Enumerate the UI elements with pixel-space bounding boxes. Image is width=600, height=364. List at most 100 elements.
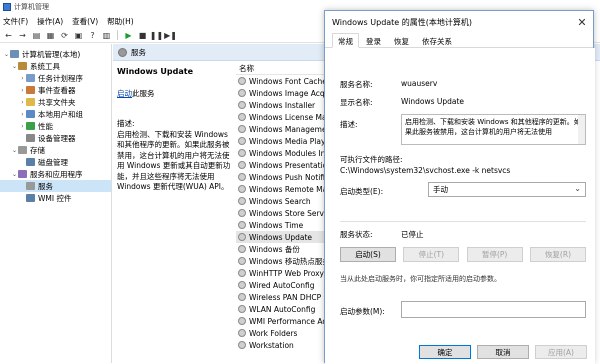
disk-icon	[26, 158, 35, 166]
cancel-button[interactable]: 取消	[477, 345, 529, 359]
service-row-name: Windows 备份	[249, 244, 300, 254]
forward-arrow-icon[interactable]: →	[17, 30, 28, 41]
gear-icon	[238, 341, 246, 349]
service-row[interactable]: Windows Presentation	[236, 159, 336, 171]
tab-logon[interactable]: 登录	[360, 33, 387, 47]
share-icon	[26, 98, 35, 106]
service-status-label: 服务状态:	[340, 230, 373, 239]
expanded-arrow-icon[interactable]: ⌄	[11, 147, 18, 154]
apply-button[interactable]: 应用(A)	[535, 345, 587, 359]
menu-file[interactable]: 文件(F)	[3, 16, 28, 27]
service-row[interactable]: Windows Image Acquisition	[236, 87, 336, 99]
service-row[interactable]: Wired AutoConfig	[236, 279, 336, 291]
service-row-name: Wired AutoConfig	[249, 280, 315, 290]
tree-item[interactable]: › 性能	[0, 120, 111, 132]
collapsed-arrow-icon[interactable]: ›	[19, 99, 26, 106]
tree-item[interactable]: 设备管理器	[0, 132, 111, 144]
menu-help[interactable]: 帮助(H)	[107, 16, 134, 27]
restart-icon[interactable]: ▶❚	[164, 30, 177, 41]
service-row[interactable]: Windows 备份	[236, 243, 336, 255]
stop-icon[interactable]: ■	[137, 30, 148, 41]
tree-item[interactable]: › 共享文件夹	[0, 96, 111, 108]
service-row[interactable]: WLAN AutoConfig	[236, 303, 336, 315]
back-arrow-icon[interactable]: ←	[3, 30, 14, 41]
collapsed-arrow-icon[interactable]: ›	[19, 87, 26, 94]
pause-button[interactable]: 暂停(P)	[466, 247, 523, 262]
gear-icon	[238, 329, 246, 337]
startup-type-select[interactable]: 手动 ⌄	[428, 182, 586, 197]
show-tree-icon[interactable]: ▦	[45, 30, 56, 41]
service-row[interactable]: Windows Store Service	[236, 207, 336, 219]
gear-icon	[238, 257, 246, 265]
menu-action[interactable]: 操作(A)	[37, 16, 63, 27]
tree-item[interactable]: WMI 控件	[0, 192, 111, 204]
service-row-name: Windows Remote Management	[249, 184, 336, 194]
expanded-arrow-icon[interactable]: ⌄	[11, 63, 18, 70]
service-row-name: Windows Time	[249, 220, 304, 230]
service-status-value: 已停止	[401, 230, 424, 239]
tree-item[interactable]: › 事件查看器	[0, 84, 111, 96]
close-icon[interactable]: ✕	[575, 15, 589, 29]
menu-view[interactable]: 查看(V)	[72, 16, 98, 27]
tree-item[interactable]: ⌄ 系统工具	[0, 60, 111, 72]
service-row[interactable]: Windows Push Notification	[236, 171, 336, 183]
gear-icon	[238, 101, 246, 109]
start-service-link[interactable]: 启动	[117, 89, 132, 98]
services-header-label: 服务	[131, 47, 146, 57]
gear-icon	[118, 47, 127, 57]
service-row[interactable]: Windows Remote Management	[236, 183, 336, 195]
service-row[interactable]: Windows Update	[236, 231, 336, 243]
tree-item[interactable]: ⌄ 存储	[0, 144, 111, 156]
ok-button[interactable]: 确定	[419, 345, 471, 359]
tab-dependencies[interactable]: 依存关系	[416, 33, 458, 47]
play-icon[interactable]: ▶	[123, 30, 134, 41]
expanded-arrow-icon[interactable]: ⌄	[3, 51, 10, 58]
help-icon[interactable]: ?	[87, 30, 98, 41]
service-row[interactable]: Windows Time	[236, 219, 336, 231]
stop-button[interactable]: 停止(T)	[403, 247, 460, 262]
gear-icon	[238, 185, 246, 193]
up-folder-icon[interactable]: ▤	[31, 30, 42, 41]
collapsed-arrow-icon[interactable]: ›	[19, 123, 26, 130]
start-button[interactable]: 启动(S)	[340, 247, 396, 262]
resume-button[interactable]: 恢复(R)	[529, 247, 586, 262]
gear-icon	[238, 197, 246, 205]
service-row[interactable]: Windows 移动热点服务	[236, 255, 336, 267]
service-row[interactable]: WMI Performance Adapter	[236, 315, 336, 327]
service-row[interactable]: Workstation	[236, 339, 336, 351]
service-row[interactable]: Windows License Manager	[236, 111, 336, 123]
description-scrollbar[interactable]	[578, 115, 585, 144]
service-row[interactable]: Windows Font Cache Service	[236, 75, 336, 87]
service-row[interactable]: Windows Modules Installer	[236, 147, 336, 159]
service-row-name: Windows Media Player	[249, 136, 334, 146]
start-parameters-input[interactable]	[401, 301, 586, 318]
pause-icon[interactable]: ❚❚	[150, 30, 163, 41]
service-row[interactable]: Wireless PAN DHCP Server	[236, 291, 336, 303]
description-field[interactable]: 启用检测、下载和安装 Windows 和其他程序的更新。如果此服务被禁用，这台计…	[401, 114, 586, 145]
tab-general[interactable]: 常规	[332, 33, 359, 48]
tree-item[interactable]: ⌄ 服务和应用程序	[0, 168, 111, 180]
column-header-name[interactable]: 名称	[236, 62, 336, 75]
tree-item[interactable]: › 本地用户和组	[0, 108, 111, 120]
tree-item-label: 存储	[30, 145, 45, 155]
collapsed-arrow-icon[interactable]: ›	[19, 111, 26, 118]
service-row[interactable]: Windows Search	[236, 195, 336, 207]
service-row[interactable]: Windows Installer	[236, 99, 336, 111]
properties-icon[interactable]: ▥	[101, 30, 112, 41]
tree-item[interactable]: ⌄ 计算机管理(本地)	[0, 48, 111, 60]
tree-item[interactable]: › 任务计划程序	[0, 72, 111, 84]
service-row[interactable]: Windows Management	[236, 123, 336, 135]
gear-icon	[238, 233, 246, 241]
export-list-icon[interactable]: ▣	[73, 30, 84, 41]
service-row[interactable]: WinHTTP Web Proxy	[236, 267, 336, 279]
expanded-arrow-icon[interactable]: ⌄	[11, 171, 18, 178]
gear-icon	[238, 137, 246, 145]
refresh-icon[interactable]: ⟳	[59, 30, 70, 41]
tree-item[interactable]: 磁盘管理	[0, 156, 111, 168]
collapsed-arrow-icon[interactable]: ›	[19, 75, 26, 82]
service-row[interactable]: Windows Media Player	[236, 135, 336, 147]
tab-recovery[interactable]: 恢复	[388, 33, 415, 47]
tree-item[interactable]: 服务	[0, 180, 111, 192]
service-row[interactable]: Work Folders	[236, 327, 336, 339]
executable-path-value: C:\Windows\system32\svchost.exe -k netsv…	[340, 166, 511, 175]
